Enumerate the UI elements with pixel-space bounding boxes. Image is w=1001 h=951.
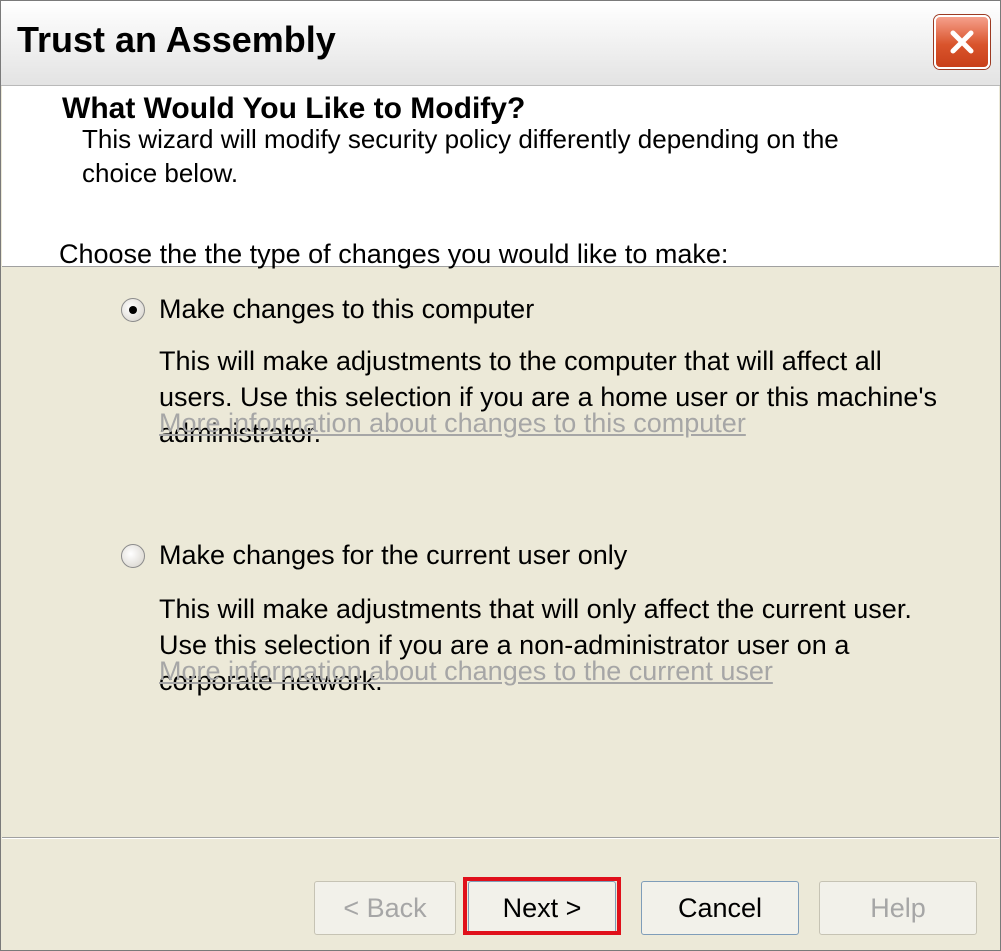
link-info-current-user[interactable]: More information about changes to the cu… [159, 656, 773, 687]
header-title: What Would You Like to Modify? [62, 92, 526, 125]
dialog-window: Trust an Assembly What Would You Like to… [0, 0, 1001, 951]
close-icon [950, 30, 974, 54]
next-button-highlight [463, 877, 621, 935]
footer-separator [2, 837, 999, 839]
back-button[interactable]: < Back [314, 881, 456, 935]
close-button[interactable] [934, 15, 990, 69]
link-info-this-computer[interactable]: More information about changes to this c… [159, 408, 746, 439]
cancel-button[interactable]: Cancel [641, 881, 799, 935]
help-button[interactable]: Help [819, 881, 977, 935]
option-this-computer[interactable]: Make changes to this computer [121, 294, 534, 325]
prompt-text: Choose the the type of changes you would… [59, 239, 729, 269]
option-current-user[interactable]: Make changes for the current user only [121, 540, 627, 571]
title-bar[interactable]: Trust an Assembly [1, 1, 1000, 86]
radio-this-computer[interactable] [121, 297, 145, 322]
option-label-current-user: Make changes for the current user only [159, 540, 628, 570]
window-title: Trust an Assembly [17, 19, 336, 60]
option-label-this-computer: Make changes to this computer [159, 294, 535, 324]
header-subtitle: This wizard will modify security policy … [82, 124, 839, 188]
radio-current-user[interactable] [121, 543, 145, 568]
